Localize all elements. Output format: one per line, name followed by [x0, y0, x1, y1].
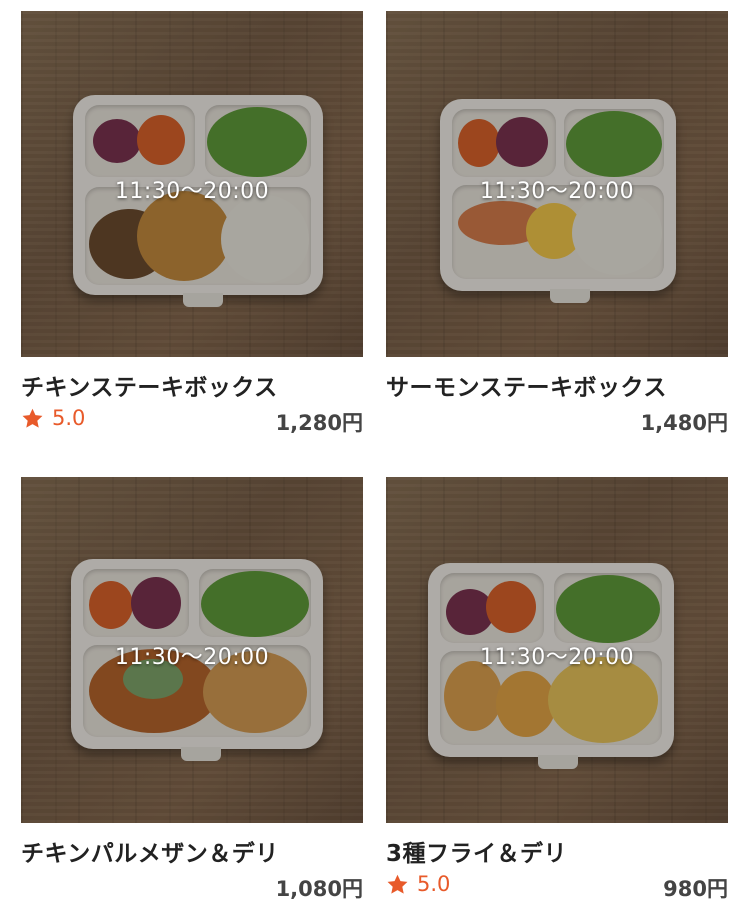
star-icon — [22, 408, 43, 428]
item-name[interactable]: チキンステーキボックス — [21, 368, 278, 402]
food-image[interactable]: 11:30〜20:00 — [21, 11, 363, 357]
rating: 5.0 — [386, 872, 450, 896]
menu-grid: 11:30〜20:00 チキンステーキボックス 5.0 1,280円 11:30… — [0, 0, 750, 908]
menu-item-card[interactable]: 11:30〜20:00 3種フライ＆デリ 5.0 980円 — [386, 477, 728, 907]
rating-value: 5.0 — [52, 406, 86, 430]
business-hours: 11:30〜20:00 — [479, 645, 635, 670]
menu-item-card[interactable]: 11:30〜20:00 チキンステーキボックス 5.0 1,280円 — [21, 11, 363, 441]
item-price: 1,080円 — [275, 877, 363, 901]
item-name[interactable]: サーモンステーキボックス — [386, 368, 667, 402]
food-image[interactable]: 11:30〜20:00 — [21, 477, 363, 823]
menu-item-card[interactable]: 11:30〜20:00 チキンパルメザン＆デリ 1,080円 — [21, 477, 363, 907]
item-name[interactable]: チキンパルメザン＆デリ — [21, 834, 279, 868]
rating: 5.0 — [21, 406, 85, 430]
item-price: 980円 — [663, 877, 728, 901]
food-image[interactable]: 11:30〜20:00 — [386, 477, 728, 823]
rating-value: 5.0 — [417, 872, 451, 896]
business-hours: 11:30〜20:00 — [114, 645, 270, 670]
item-name[interactable]: 3種フライ＆デリ — [386, 834, 567, 868]
menu-item-card[interactable]: 11:30〜20:00 サーモンステーキボックス 1,480円 — [386, 11, 728, 441]
business-hours: 11:30〜20:00 — [114, 179, 270, 204]
item-price: 1,480円 — [640, 411, 728, 435]
item-price: 1,280円 — [275, 411, 363, 435]
business-hours: 11:30〜20:00 — [479, 179, 635, 204]
food-image[interactable]: 11:30〜20:00 — [386, 11, 728, 357]
star-icon — [387, 874, 408, 894]
